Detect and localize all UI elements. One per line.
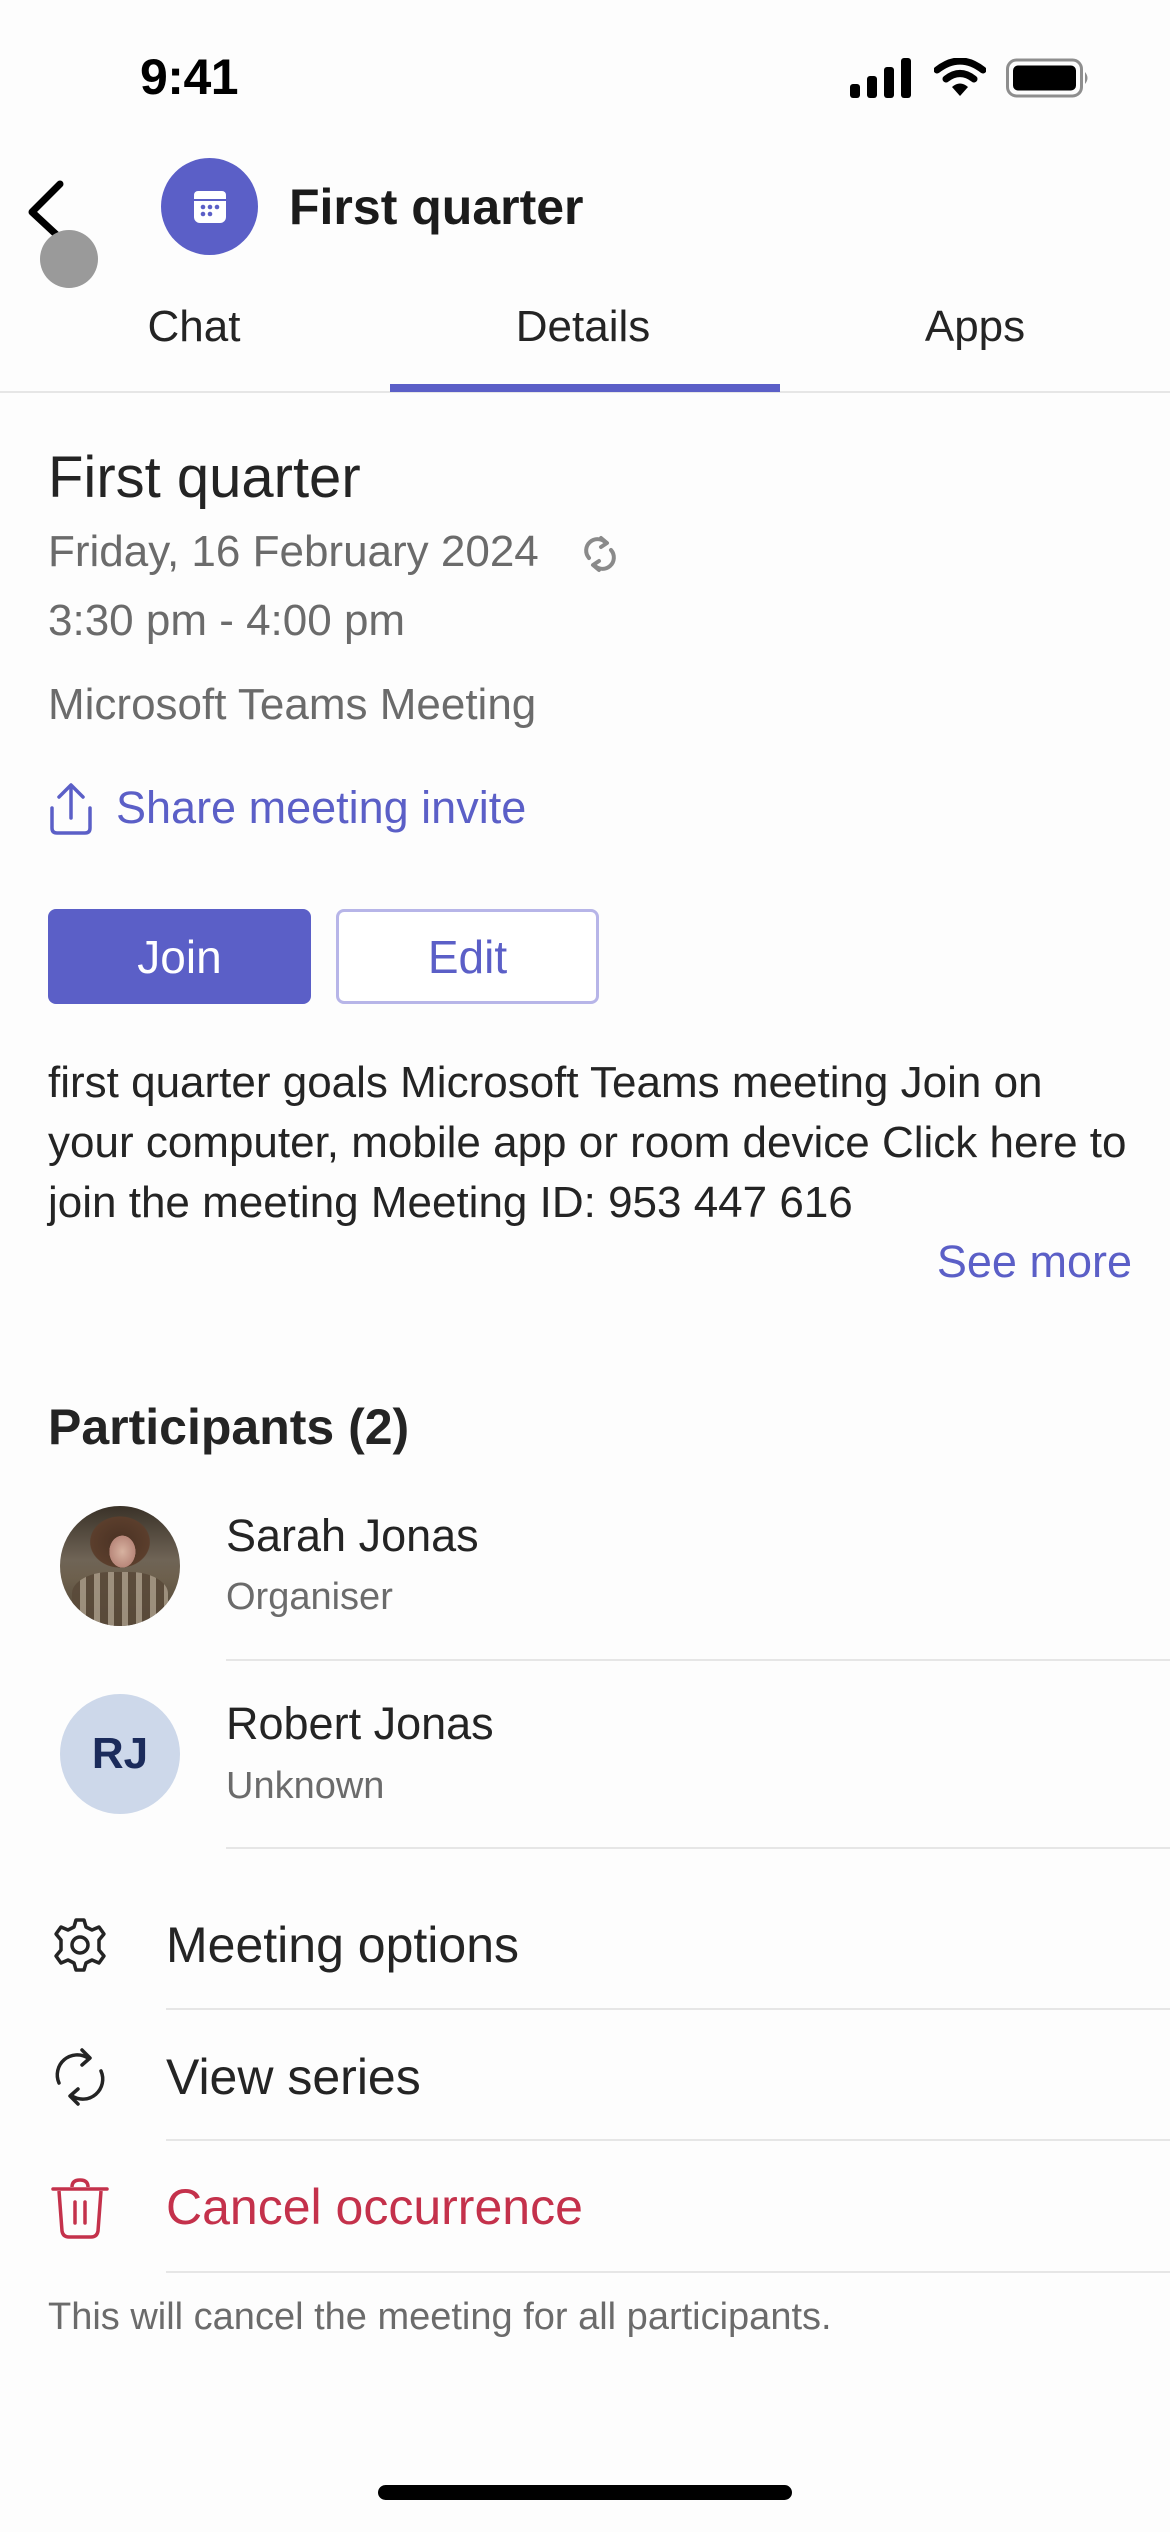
home-indicator[interactable] [378, 2485, 792, 2500]
divider [166, 2271, 1170, 2273]
participant-name[interactable]: Sarah Jonas [226, 1510, 479, 1562]
battery-icon [1006, 58, 1088, 98]
touch-indicator [40, 230, 98, 288]
calendar-icon [193, 190, 226, 223]
tab-apps[interactable]: Apps [925, 302, 1025, 352]
cellular-signal-icon [850, 58, 911, 98]
see-more-link[interactable]: See more [937, 1236, 1132, 1288]
header-title: First quarter [289, 179, 584, 235]
edit-button[interactable]: Edit [336, 909, 599, 1004]
participant-role: Organiser [226, 1576, 393, 1618]
trash-icon [50, 2177, 110, 2239]
view-series-button[interactable]: View series [166, 2048, 421, 2106]
participants-heading: Participants (2) [48, 1399, 410, 1455]
wifi-icon [934, 58, 986, 96]
divider [166, 2008, 1170, 2010]
share-meeting-invite-link[interactable]: Share meeting invite [48, 780, 526, 836]
tab-details[interactable]: Details [516, 302, 651, 352]
divider [226, 1659, 1170, 1661]
gear-icon [50, 1915, 110, 1975]
cancel-occurrence-button[interactable]: Cancel occurrence [166, 2178, 583, 2236]
divider [226, 1847, 1170, 1849]
status-icons [850, 58, 1090, 98]
share-icon [50, 783, 92, 835]
divider [166, 2139, 1170, 2141]
join-button[interactable]: Join [48, 909, 311, 1004]
avatar-sarah-jonas[interactable] [60, 1506, 180, 1626]
recurring-icon [580, 534, 620, 574]
meeting-description: first quarter goals Microsoft Teams meet… [48, 1058, 1127, 1227]
meeting-avatar [161, 158, 258, 255]
tab-chat[interactable]: Chat [148, 302, 241, 352]
meeting-date: Friday, 16 February 2024 [48, 527, 539, 576]
participant-name[interactable]: Robert Jonas [226, 1698, 494, 1750]
meeting-title: First quarter [48, 445, 361, 510]
participant-role: Unknown [226, 1765, 385, 1807]
status-time: 9:41 [140, 49, 239, 105]
active-tab-indicator [390, 384, 780, 392]
meeting-time: 3:30 pm - 4:00 pm [48, 596, 406, 645]
share-meeting-invite-label: Share meeting invite [116, 782, 527, 833]
meeting-options-button[interactable]: Meeting options [166, 1916, 519, 1974]
cancel-footnote: This will cancel the meeting for all par… [48, 2296, 832, 2338]
meeting-location: Microsoft Teams Meeting [48, 680, 537, 729]
avatar-robert-jonas[interactable]: RJ [60, 1694, 180, 1814]
recurring-icon [50, 2047, 110, 2107]
